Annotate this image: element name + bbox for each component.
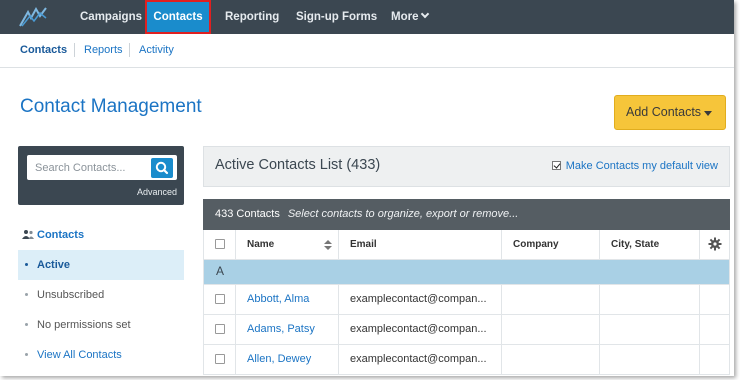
add-contacts-button[interactable]: Add Contacts	[614, 95, 726, 130]
row-select-cell	[204, 285, 236, 314]
header-email[interactable]: Email	[339, 230, 502, 259]
bullet-icon	[25, 323, 28, 326]
nav-signup-forms[interactable]: Sign-up Forms	[296, 0, 377, 34]
caret-down-icon	[704, 111, 712, 116]
sub-nav: Contacts Reports Activity	[0, 34, 734, 68]
sidebar-item-label: View All Contacts	[37, 349, 122, 361]
contact-city-state	[600, 345, 700, 374]
row-end-cell	[700, 315, 730, 344]
subnav-divider	[129, 43, 130, 57]
list-title: Active Contacts List (433)	[215, 157, 381, 173]
contact-name-link[interactable]: Abbott, Alma	[236, 285, 339, 314]
contact-count: 433 Contacts	[215, 208, 280, 220]
header-name[interactable]: Name	[236, 230, 339, 259]
contact-name-link[interactable]: Allen, Dewey	[236, 345, 339, 374]
contact-company	[502, 315, 600, 344]
contact-city-state	[600, 315, 700, 344]
nav-campaigns[interactable]: Campaigns	[80, 0, 142, 34]
add-contacts-label: Add Contacts	[626, 105, 702, 119]
search-icon	[155, 161, 169, 175]
top-nav: Campaigns Contacts Reporting Sign-up For…	[0, 0, 734, 34]
row-end-cell	[700, 345, 730, 374]
nav-reporting[interactable]: Reporting	[225, 0, 279, 34]
row-checkbox[interactable]	[215, 324, 225, 334]
table-header-row: Name Email Company City, State	[203, 230, 730, 260]
sidebar-item-unsubscribed[interactable]: Unsubscribed	[18, 280, 184, 310]
header-company[interactable]: Company	[502, 230, 600, 259]
group-letter: A	[216, 264, 225, 278]
list-header: Active Contacts List (433) Make Contacts…	[203, 146, 730, 187]
select-all-checkbox[interactable]	[215, 239, 225, 249]
header-city-state[interactable]: City, State	[600, 230, 700, 259]
chevron-down-icon	[421, 9, 430, 19]
row-end-cell	[700, 285, 730, 314]
default-view-toggle[interactable]: Make Contacts my default view	[551, 160, 718, 172]
nav-contacts[interactable]: Contacts	[145, 0, 211, 34]
search-panel: Advanced	[18, 146, 184, 205]
subnav-activity[interactable]: Activity	[139, 44, 174, 56]
header-select-cell	[204, 230, 236, 259]
gear-icon[interactable]	[708, 237, 722, 251]
row-select-cell	[204, 315, 236, 344]
selection-bar: 433 Contacts Select contacts to organize,…	[203, 199, 730, 230]
contact-name-link[interactable]: Adams, Patsy	[236, 315, 339, 344]
nav-more-label: More	[391, 11, 419, 23]
subnav-contacts[interactable]: Contacts	[20, 44, 67, 56]
contact-email: examplecontact@compan...	[339, 315, 502, 344]
bullet-icon	[25, 293, 28, 296]
sidebar-item-label: Unsubscribed	[37, 289, 105, 301]
people-icon	[22, 230, 34, 239]
sort-icon[interactable]	[324, 240, 332, 250]
bullet-icon	[25, 353, 28, 356]
sidebar-item-active[interactable]: Active	[18, 250, 184, 280]
nav-more[interactable]: More	[391, 0, 430, 34]
row-select-cell	[204, 345, 236, 374]
header-settings-cell	[700, 230, 730, 259]
contacts-table: Name Email Company City, State A Abbott,…	[203, 230, 730, 375]
default-view-label: Make Contacts my default view	[565, 160, 718, 172]
subnav-reports[interactable]: Reports	[84, 44, 123, 56]
sidebar-header[interactable]: Contacts	[22, 229, 84, 241]
sidebar-header-label: Contacts	[37, 229, 85, 241]
search-button[interactable]	[151, 158, 173, 178]
contact-company	[502, 285, 600, 314]
sidebar-item-no-permissions[interactable]: No permissions set	[18, 310, 184, 340]
bullet-icon	[25, 263, 28, 266]
sidebar-item-label: No permissions set	[37, 319, 131, 331]
contact-email: examplecontact@compan...	[339, 285, 502, 314]
contact-company	[502, 345, 600, 374]
app-window: Campaigns Contacts Reporting Sign-up For…	[0, 0, 734, 376]
contact-city-state	[600, 285, 700, 314]
advanced-search-link[interactable]: Advanced	[137, 187, 177, 197]
page-title: Contact Management	[20, 96, 202, 117]
selection-hint: Select contacts to organize, export or r…	[287, 208, 519, 220]
row-checkbox[interactable]	[215, 354, 225, 364]
table-row: Abbott, Alma examplecontact@compan...	[203, 285, 730, 315]
contact-email: examplecontact@compan...	[339, 345, 502, 374]
table-row: Adams, Patsy examplecontact@compan...	[203, 315, 730, 345]
table-row: Allen, Dewey examplecontact@compan...	[203, 345, 730, 375]
group-row: A	[203, 260, 730, 285]
logo-icon[interactable]	[18, 6, 48, 28]
sidebar-item-label: Active	[37, 259, 71, 271]
sidebar-item-view-all[interactable]: View All Contacts	[18, 340, 184, 370]
subnav-divider	[74, 43, 75, 57]
header-name-label: Name	[247, 239, 275, 250]
row-checkbox[interactable]	[215, 294, 225, 304]
default-view-checkbox[interactable]	[551, 161, 561, 170]
